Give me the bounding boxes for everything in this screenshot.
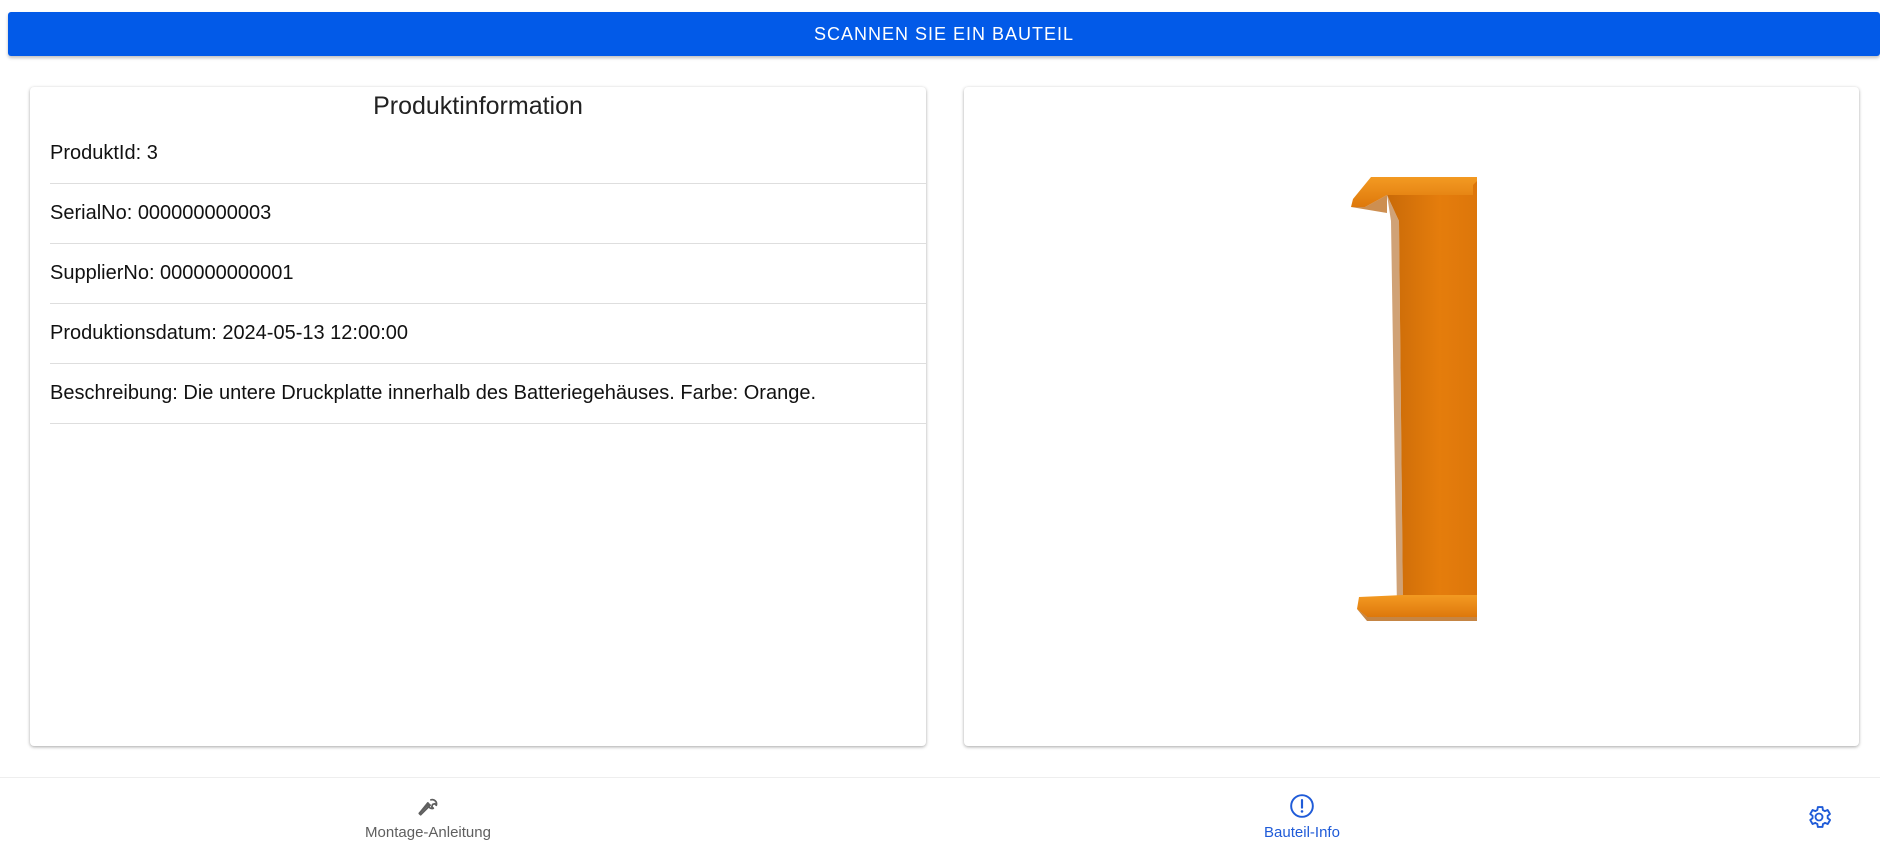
product-info-title: Produktinformation	[373, 92, 583, 120]
scan-part-button[interactable]: SCANNEN SIE EIN BAUTEIL	[8, 12, 1880, 56]
product-info-card: Produktinformation ProduktId: 3 SerialNo…	[30, 87, 926, 746]
wrench-icon	[418, 798, 438, 816]
part-image-card	[964, 87, 1859, 746]
supplier-number-row: SupplierNo: 000000000001	[50, 244, 926, 304]
product-info-list: ProduktId: 3 SerialNo: 000000000003 Supp…	[50, 124, 926, 424]
gear-icon	[1809, 806, 1832, 828]
info-circle-icon	[1290, 794, 1314, 818]
product-id-row: ProduktId: 3	[50, 124, 926, 184]
production-date-row: Produktionsdatum: 2024-05-13 12:00:00	[50, 304, 926, 364]
nav-montage-anleitung[interactable]: Montage-Anleitung	[328, 778, 528, 856]
settings-button[interactable]	[1800, 798, 1838, 836]
nav-bauteil-info-label: Bauteil-Info	[1264, 824, 1340, 841]
description-row: Beschreibung: Die untere Druckplatte inn…	[50, 364, 926, 424]
bottom-navigation: Montage-Anleitung Bauteil-Info	[0, 777, 1880, 856]
scan-part-button-label: SCANNEN SIE EIN BAUTEIL	[813, 23, 1075, 44]
nav-montage-label: Montage-Anleitung	[365, 824, 491, 841]
orange-pressure-plate-image	[1351, 177, 1477, 621]
serial-number-row: SerialNo: 000000000003	[50, 184, 926, 244]
nav-bauteil-info[interactable]: Bauteil-Info	[1202, 778, 1402, 856]
